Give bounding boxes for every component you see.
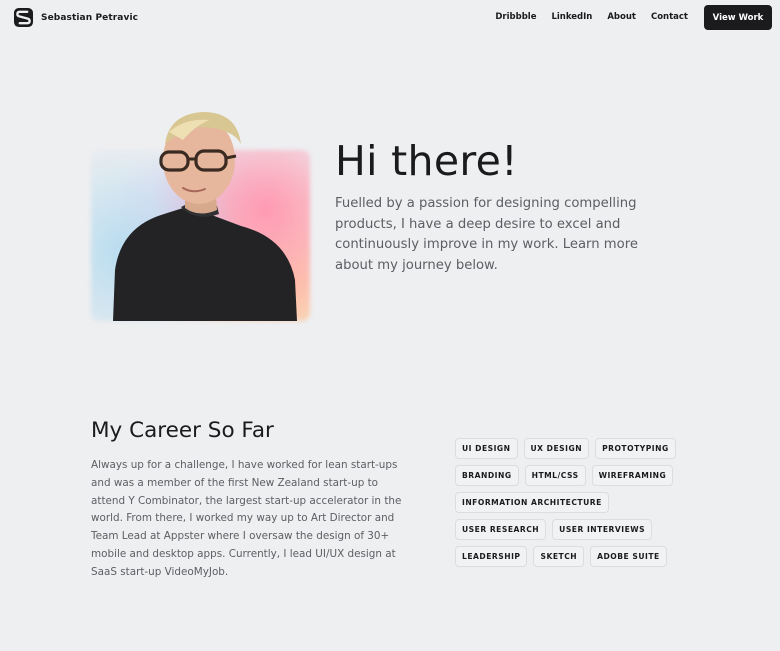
portrait-photo xyxy=(91,110,310,321)
skill-row: UI DESIGN UX DESIGN PROTOTYPING xyxy=(455,438,705,459)
top-nav: Sebastian Petravic Dribbble LinkedIn Abo… xyxy=(0,0,780,36)
brand-link[interactable]: Sebastian Petravic xyxy=(14,8,138,27)
view-work-button[interactable]: View Work xyxy=(704,5,772,30)
nav-link-linkedin[interactable]: LinkedIn xyxy=(551,12,592,22)
skill-row: USER RESEARCH USER INTERVIEWS xyxy=(455,519,705,540)
career-text: Always up for a challenge, I have worked… xyxy=(91,459,402,578)
brand-name: Sebastian Petravic xyxy=(41,12,139,23)
skill-tag: PROTOTYPING xyxy=(595,438,676,459)
skills-list: UI DESIGN UX DESIGN PROTOTYPING BRANDING… xyxy=(455,438,705,573)
portrait-illustration xyxy=(113,112,297,321)
nav-link-contact[interactable]: Contact xyxy=(651,12,688,22)
skill-row: BRANDING HTML/CSS WIREFRAMING xyxy=(455,465,705,486)
nav-link-about[interactable]: About xyxy=(607,12,636,22)
skill-tag: SKETCH xyxy=(533,546,585,567)
skill-tag: WIREFRAMING xyxy=(591,465,674,486)
skill-tag: INFORMATION ARCHITECTURE xyxy=(455,492,609,513)
skill-tag: USER INTERVIEWS xyxy=(552,519,653,540)
hero-title: Hi there! xyxy=(335,137,518,185)
skill-row: INFORMATION ARCHITECTURE xyxy=(455,492,705,513)
hero-text: Fuelled by a passion for designing compe… xyxy=(335,196,638,273)
nav-links: Dribbble LinkedIn About Contact xyxy=(495,12,688,22)
skill-row: LEADERSHIP SKETCH ADOBE SUITE xyxy=(455,546,705,567)
skill-tag: LEADERSHIP xyxy=(455,546,528,567)
skill-tag: BRANDING xyxy=(455,465,519,486)
career-title: My Career So Far xyxy=(91,418,274,443)
s-logo-icon xyxy=(14,8,33,27)
skill-tag: UX DESIGN xyxy=(523,438,590,459)
skill-tag: USER RESEARCH xyxy=(455,519,547,540)
skill-tag: ADOBE SUITE xyxy=(590,546,667,567)
skill-tag: HTML/CSS xyxy=(524,465,586,486)
nav-link-dribbble[interactable]: Dribbble xyxy=(495,12,536,22)
skill-tag: UI DESIGN xyxy=(455,438,518,459)
